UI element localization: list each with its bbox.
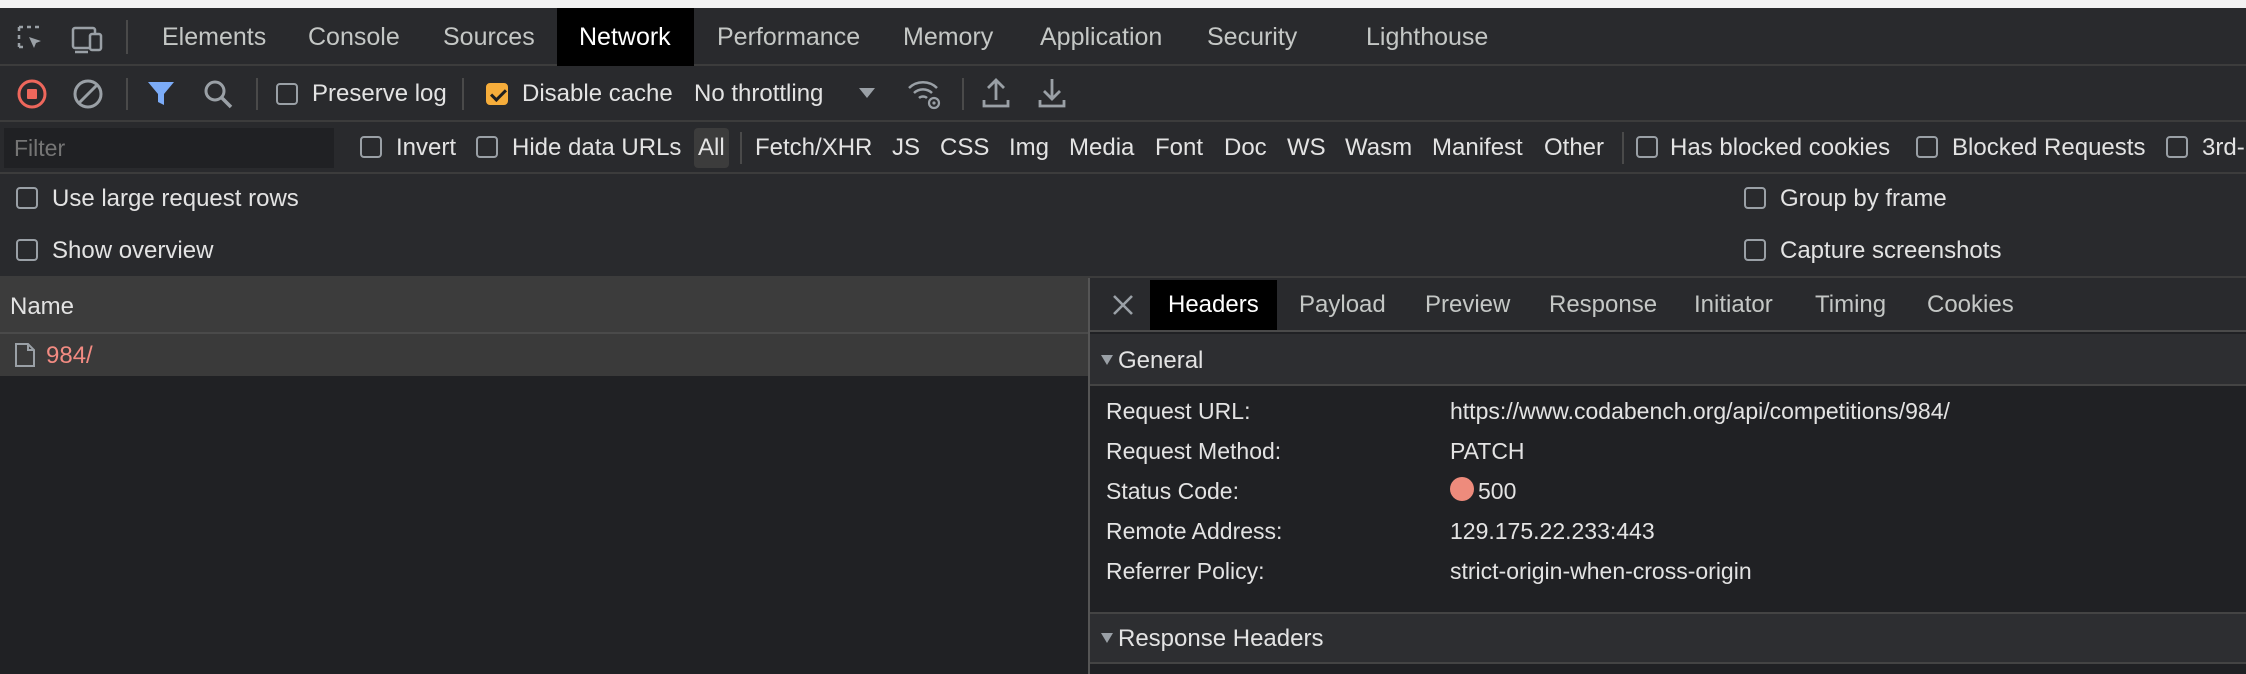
details-tab-initiator[interactable]: Initiator	[1676, 280, 1791, 330]
request-method-value: PATCH	[1450, 438, 1525, 464]
tab-console[interactable]: Console	[286, 8, 422, 66]
network-conditions-icon[interactable]	[906, 78, 942, 110]
filter-separator	[740, 132, 742, 164]
device-toolbar-icon[interactable]	[70, 24, 104, 54]
filter-type-font[interactable]: Font	[1155, 122, 1203, 174]
status-dot-icon	[1450, 477, 1474, 501]
details-tab-timing[interactable]: Timing	[1797, 280, 1904, 330]
filter-separator	[1622, 132, 1624, 164]
large-rows-label: Use large request rows	[52, 185, 299, 212]
preserve-log-label: Preserve log	[312, 80, 447, 107]
tab-performance[interactable]: Performance	[695, 8, 882, 66]
filter-type-other[interactable]: Other	[1544, 122, 1604, 174]
filter-type-all[interactable]: All	[694, 128, 729, 168]
blocked-requests-checkbox[interactable]	[1916, 136, 1938, 158]
request-url-value: https://www.codabench.org/api/competitio…	[1450, 398, 1950, 424]
has-blocked-cookies-label: Has blocked cookies	[1670, 134, 1891, 161]
filter-type-img[interactable]: Img	[1009, 122, 1049, 174]
response-headers-title: Response Headers	[1118, 625, 1324, 652]
details-tab-payload[interactable]: Payload	[1281, 280, 1404, 330]
request-name[interactable]: 984/	[46, 342, 93, 370]
tab-lighthouse[interactable]: Lighthouse	[1344, 8, 1510, 66]
inspect-element-icon[interactable]	[16, 24, 46, 54]
filter-type-wasm[interactable]: Wasm	[1345, 122, 1412, 174]
large-rows-checkbox[interactable]	[16, 187, 38, 209]
tab-bar-separator	[126, 20, 128, 54]
throttling-select[interactable]: No throttling	[694, 80, 823, 108]
filter-type-media[interactable]: Media	[1069, 122, 1134, 174]
disable-cache-checkbox[interactable]	[486, 83, 508, 105]
table-row[interactable]	[0, 334, 1088, 376]
tab-network[interactable]: Network	[557, 8, 694, 66]
filter-type-fetch-xhr[interactable]: Fetch/XHR	[755, 122, 872, 174]
details-tab-preview[interactable]: Preview	[1407, 280, 1528, 330]
general-section-header[interactable]	[1090, 334, 2246, 386]
referrer-policy-label: Referrer Policy:	[1106, 558, 1265, 584]
hide-data-urls-checkbox[interactable]	[476, 136, 498, 158]
blocked-requests-label: Blocked Requests	[1952, 134, 2146, 161]
preserve-log-checkbox[interactable]	[276, 83, 298, 105]
request-url-label: Request URL:	[1106, 398, 1251, 424]
capture-screenshots-checkbox[interactable]	[1744, 239, 1766, 261]
search-icon[interactable]	[202, 78, 234, 110]
filter-type-js[interactable]: JS	[892, 122, 920, 174]
toolbar-separator	[462, 78, 464, 110]
tab-memory[interactable]: Memory	[881, 8, 1015, 66]
details-tab-response[interactable]: Response	[1531, 280, 1675, 330]
filter-type-manifest[interactable]: Manifest	[1432, 122, 1523, 174]
remote-address-value: 129.175.22.233:443	[1450, 518, 1655, 544]
close-icon[interactable]	[1110, 292, 1136, 318]
filter-input[interactable]	[4, 128, 334, 168]
export-har-icon[interactable]	[1036, 76, 1068, 110]
has-blocked-cookies-checkbox[interactable]	[1636, 136, 1658, 158]
show-overview-label: Show overview	[52, 237, 214, 264]
filter-type-css[interactable]: CSS	[940, 122, 989, 174]
remote-address-label: Remote Address:	[1106, 518, 1283, 544]
referrer-policy-value: strict-origin-when-cross-origin	[1450, 558, 1752, 584]
third-party-label: 3rd-	[2202, 134, 2245, 161]
name-column-label: Name	[10, 293, 75, 320]
document-icon	[14, 342, 36, 368]
filter-type-ws[interactable]: WS	[1287, 122, 1326, 174]
invert-checkbox[interactable]	[360, 136, 382, 158]
status-code-label: Status Code:	[1106, 478, 1239, 504]
triangle-down-icon	[1100, 632, 1114, 644]
name-column-header[interactable]	[0, 278, 1088, 334]
toolbar-separator	[962, 78, 964, 110]
clear-icon[interactable]	[72, 78, 104, 110]
details-tab-cookies[interactable]: Cookies	[1909, 280, 2032, 330]
chevron-down-icon[interactable]	[858, 86, 876, 100]
window-top-edge	[0, 0, 2246, 8]
show-overview-checkbox[interactable]	[16, 239, 38, 261]
tab-elements[interactable]: Elements	[140, 8, 288, 66]
invert-label: Invert	[396, 134, 457, 161]
tab-application[interactable]: Application	[1018, 8, 1184, 66]
details-tab-headers[interactable]: Headers	[1150, 280, 1277, 330]
filter-type-doc[interactable]: Doc	[1224, 122, 1267, 174]
group-by-frame-checkbox[interactable]	[1744, 187, 1766, 209]
hide-data-urls-label: Hide data URLs	[512, 134, 682, 161]
triangle-down-icon	[1100, 354, 1114, 366]
filter-funnel-icon[interactable]	[146, 80, 176, 108]
import-har-icon[interactable]	[980, 76, 1012, 110]
capture-screenshots-label: Capture screenshots	[1780, 237, 2002, 264]
record-stop-icon[interactable]	[16, 78, 48, 110]
group-by-frame-label: Group by frame	[1780, 185, 1947, 212]
request-method-label: Request Method:	[1106, 438, 1282, 464]
tab-sources[interactable]: Sources	[421, 8, 557, 66]
third-party-checkbox[interactable]	[2166, 136, 2188, 158]
general-section-title: General	[1118, 347, 1204, 374]
toolbar-separator	[256, 78, 258, 110]
disable-cache-label: Disable cache	[522, 80, 673, 107]
toolbar-separator	[126, 78, 128, 110]
status-code-value: 500	[1478, 478, 1517, 504]
tab-security[interactable]: Security	[1185, 8, 1319, 66]
